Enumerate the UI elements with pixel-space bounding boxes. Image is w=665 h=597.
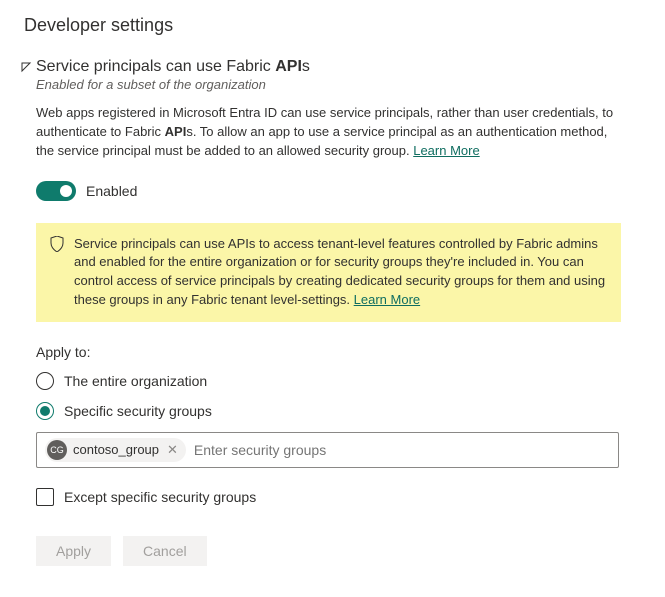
desc-bold: API (165, 124, 187, 139)
expand-caret-icon[interactable] (20, 60, 32, 76)
info-box: Service principals can use APIs to acces… (36, 223, 621, 322)
setting-title-bold: API (275, 58, 302, 75)
except-groups-checkbox[interactable] (36, 488, 54, 506)
enabled-toggle-label: Enabled (86, 183, 137, 199)
cancel-button[interactable]: Cancel (123, 536, 207, 566)
info-text: Service principals can use APIs to acces… (74, 236, 605, 308)
security-groups-input[interactable] (194, 442, 610, 458)
radio-specific-groups[interactable]: Specific security groups (36, 402, 645, 420)
security-groups-field[interactable]: CG contoso_group ✕ (36, 432, 619, 468)
button-row: Apply Cancel (36, 536, 645, 566)
apply-to-label: Apply to: (36, 344, 645, 360)
shield-icon (50, 236, 64, 310)
setting-title: Service principals can use Fabric APIs (36, 58, 645, 76)
page-title: Developer settings (24, 15, 645, 36)
group-chip-avatar: CG (47, 440, 67, 460)
radio-specific-groups-input[interactable] (36, 402, 54, 420)
enabled-toggle[interactable] (36, 181, 76, 201)
setting-subtitle: Enabled for a subset of the organization (36, 77, 645, 92)
radio-entire-org[interactable]: The entire organization (36, 372, 645, 390)
group-chip-name: contoso_group (73, 442, 159, 457)
setting-title-text: Service principals can use Fabric (36, 58, 275, 75)
apply-button[interactable]: Apply (36, 536, 111, 566)
enabled-toggle-row: Enabled (36, 181, 645, 201)
setting-block: Service principals can use Fabric APIs E… (24, 58, 645, 566)
info-learn-more-link[interactable]: Learn More (354, 292, 420, 307)
group-chip: CG contoso_group ✕ (45, 438, 186, 462)
setting-header[interactable]: Service principals can use Fabric APIs E… (36, 58, 645, 92)
except-groups-row[interactable]: Except specific security groups (36, 488, 645, 506)
except-groups-label: Except specific security groups (64, 489, 256, 505)
info-text-container: Service principals can use APIs to acces… (74, 235, 607, 310)
setting-title-suffix: s (302, 58, 310, 75)
learn-more-link[interactable]: Learn More (413, 143, 479, 158)
radio-entire-org-label: The entire organization (64, 373, 207, 389)
radio-entire-org-input[interactable] (36, 372, 54, 390)
close-icon[interactable]: ✕ (165, 442, 180, 458)
setting-description: Web apps registered in Microsoft Entra I… (36, 104, 621, 161)
radio-specific-groups-label: Specific security groups (64, 403, 212, 419)
